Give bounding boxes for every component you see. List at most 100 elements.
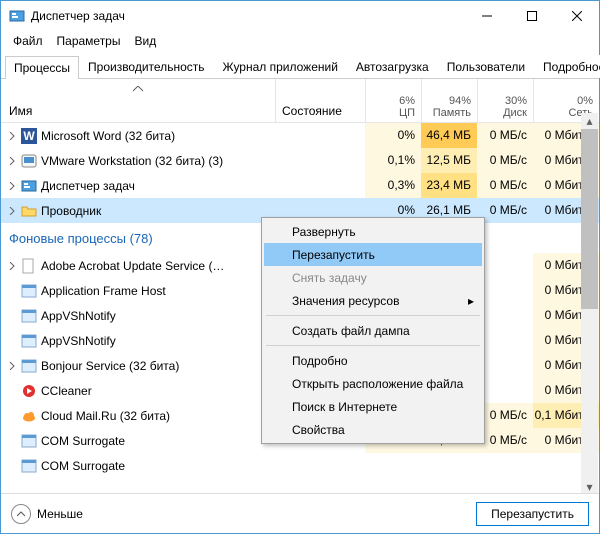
process-name: Microsoft Word (32 бита) bbox=[41, 129, 175, 143]
svg-text:W: W bbox=[23, 129, 35, 143]
expand-chevron-icon[interactable] bbox=[7, 182, 17, 190]
tab-startup[interactable]: Автозагрузка bbox=[347, 55, 438, 78]
col-memory[interactable]: 94%Память bbox=[421, 79, 477, 122]
sort-arrow-icon bbox=[133, 81, 143, 95]
ctx-expand[interactable]: Развернуть bbox=[264, 220, 482, 243]
generic-icon bbox=[21, 358, 37, 374]
expand-chevron-icon[interactable] bbox=[7, 362, 17, 370]
vmware-icon bbox=[21, 153, 37, 169]
expand-chevron-icon[interactable] bbox=[7, 132, 17, 140]
chevron-up-icon bbox=[11, 504, 31, 524]
ctx-end-task[interactable]: Снять задачу bbox=[264, 266, 482, 289]
fewer-label: Меньше bbox=[37, 507, 83, 521]
tab-processes[interactable]: Процессы bbox=[5, 56, 79, 79]
expand-chevron-icon[interactable] bbox=[7, 262, 17, 270]
process-name: COM Surrogate bbox=[41, 459, 125, 473]
process-row[interactable]: COM Surrogate bbox=[1, 453, 599, 478]
disk-value bbox=[477, 303, 533, 328]
cloud-icon bbox=[21, 408, 37, 424]
process-name: VMware Workstation (32 бита) (3) bbox=[41, 154, 223, 168]
expand-chevron-icon[interactable] bbox=[7, 207, 17, 215]
fewer-details-button[interactable]: Меньше bbox=[11, 504, 83, 524]
cpu-value bbox=[365, 453, 421, 478]
process-name: Диспетчер задач bbox=[41, 179, 135, 193]
process-name: AppVShNotify bbox=[41, 309, 116, 323]
taskmgr-icon bbox=[21, 178, 37, 194]
tab-app-history[interactable]: Журнал приложений bbox=[214, 55, 347, 78]
generic-icon bbox=[21, 333, 37, 349]
ctx-search-online[interactable]: Поиск в Интернете bbox=[264, 395, 482, 418]
disk-value: 0 МБ/с bbox=[477, 173, 533, 198]
footer-bar: Меньше Перезапустить bbox=[1, 493, 599, 533]
scrollbar[interactable]: ▴ ▾ bbox=[581, 113, 598, 495]
menu-view[interactable]: Вид bbox=[128, 32, 162, 50]
menu-bar: Файл Параметры Вид bbox=[1, 31, 599, 51]
menu-options[interactable]: Параметры bbox=[51, 32, 127, 50]
col-state[interactable]: Состояние bbox=[275, 79, 365, 122]
close-button[interactable] bbox=[554, 1, 599, 31]
disk-value bbox=[477, 278, 533, 303]
maximize-button[interactable] bbox=[509, 1, 554, 31]
ctx-resource-values[interactable]: Значения ресурсов▸ bbox=[264, 289, 482, 312]
chevron-right-icon: ▸ bbox=[468, 294, 474, 308]
ccleaner-icon bbox=[21, 383, 37, 399]
scroll-up-icon[interactable]: ▴ bbox=[581, 113, 598, 129]
disk-value bbox=[477, 453, 533, 478]
expand-chevron-icon[interactable] bbox=[7, 157, 17, 165]
cpu-value: 0,3% bbox=[365, 173, 421, 198]
tab-details[interactable]: Подробности bbox=[534, 55, 600, 78]
process-name: CCleaner bbox=[41, 384, 92, 398]
mem-value: 46,4 МБ bbox=[421, 123, 477, 148]
ctx-details[interactable]: Подробно bbox=[264, 349, 482, 372]
col-name[interactable]: Имя bbox=[1, 79, 275, 122]
menu-file[interactable]: Файл bbox=[7, 32, 49, 50]
scroll-thumb[interactable] bbox=[581, 129, 598, 309]
column-headers: Имя Состояние 6%ЦП 94%Память 30%Диск 0%С… bbox=[1, 79, 599, 123]
generic-icon bbox=[21, 283, 37, 299]
mem-value bbox=[421, 453, 477, 478]
process-name: Bonjour Service (32 бита) bbox=[41, 359, 179, 373]
col-name-label: Имя bbox=[9, 104, 32, 118]
separator bbox=[266, 315, 480, 316]
separator bbox=[266, 345, 480, 346]
context-menu: Развернуть Перезапустить Снять задачу Зн… bbox=[261, 217, 485, 444]
ctx-open-location[interactable]: Открыть расположение файла bbox=[264, 372, 482, 395]
mem-value: 23,4 МБ bbox=[421, 173, 477, 198]
tab-performance[interactable]: Производительность bbox=[79, 55, 213, 78]
disk-value: 0 МБ/с bbox=[477, 403, 533, 428]
col-disk[interactable]: 30%Диск bbox=[477, 79, 533, 122]
restart-button[interactable]: Перезапустить bbox=[476, 502, 589, 526]
ctx-create-dump[interactable]: Создать файл дампа bbox=[264, 319, 482, 342]
process-row[interactable]: VMware Workstation (32 бита) (3) 0,1% 12… bbox=[1, 148, 599, 173]
minimize-button[interactable] bbox=[464, 1, 509, 31]
disk-value bbox=[477, 353, 533, 378]
generic-icon bbox=[21, 433, 37, 449]
process-name: Проводник bbox=[41, 204, 101, 218]
ctx-properties[interactable]: Свойства bbox=[264, 418, 482, 441]
generic-icon bbox=[21, 458, 37, 474]
process-row[interactable]: W Microsoft Word (32 бита) 0% 46,4 МБ 0 … bbox=[1, 123, 599, 148]
title-bar: Диспетчер задач bbox=[1, 1, 599, 31]
col-state-label: Состояние bbox=[282, 104, 342, 118]
process-row[interactable]: Диспетчер задач 0,3% 23,4 МБ 0 МБ/с 0 Мб… bbox=[1, 173, 599, 198]
disk-value bbox=[477, 253, 533, 278]
disk-value: 0 МБ/с bbox=[477, 198, 533, 223]
window-title: Диспетчер задач bbox=[31, 9, 464, 23]
process-name: AppVShNotify bbox=[41, 334, 116, 348]
tab-strip: Процессы Производительность Журнал прило… bbox=[1, 51, 599, 79]
tab-users[interactable]: Пользователи bbox=[438, 55, 534, 78]
process-name: Cloud Mail.Ru (32 бита) bbox=[41, 409, 170, 423]
disk-value: 0 МБ/с bbox=[477, 428, 533, 453]
disk-value bbox=[477, 378, 533, 403]
taskmgr-icon bbox=[9, 8, 25, 24]
generic-icon bbox=[21, 308, 37, 324]
disk-value: 0 МБ/с bbox=[477, 148, 533, 173]
disk-value bbox=[477, 328, 533, 353]
mem-value: 12,5 МБ bbox=[421, 148, 477, 173]
col-cpu[interactable]: 6%ЦП bbox=[365, 79, 421, 122]
explorer-icon bbox=[21, 203, 37, 219]
ctx-restart[interactable]: Перезапустить bbox=[264, 243, 482, 266]
word-icon: W bbox=[21, 128, 37, 144]
blank-icon bbox=[21, 258, 37, 274]
process-name: COM Surrogate bbox=[41, 434, 125, 448]
